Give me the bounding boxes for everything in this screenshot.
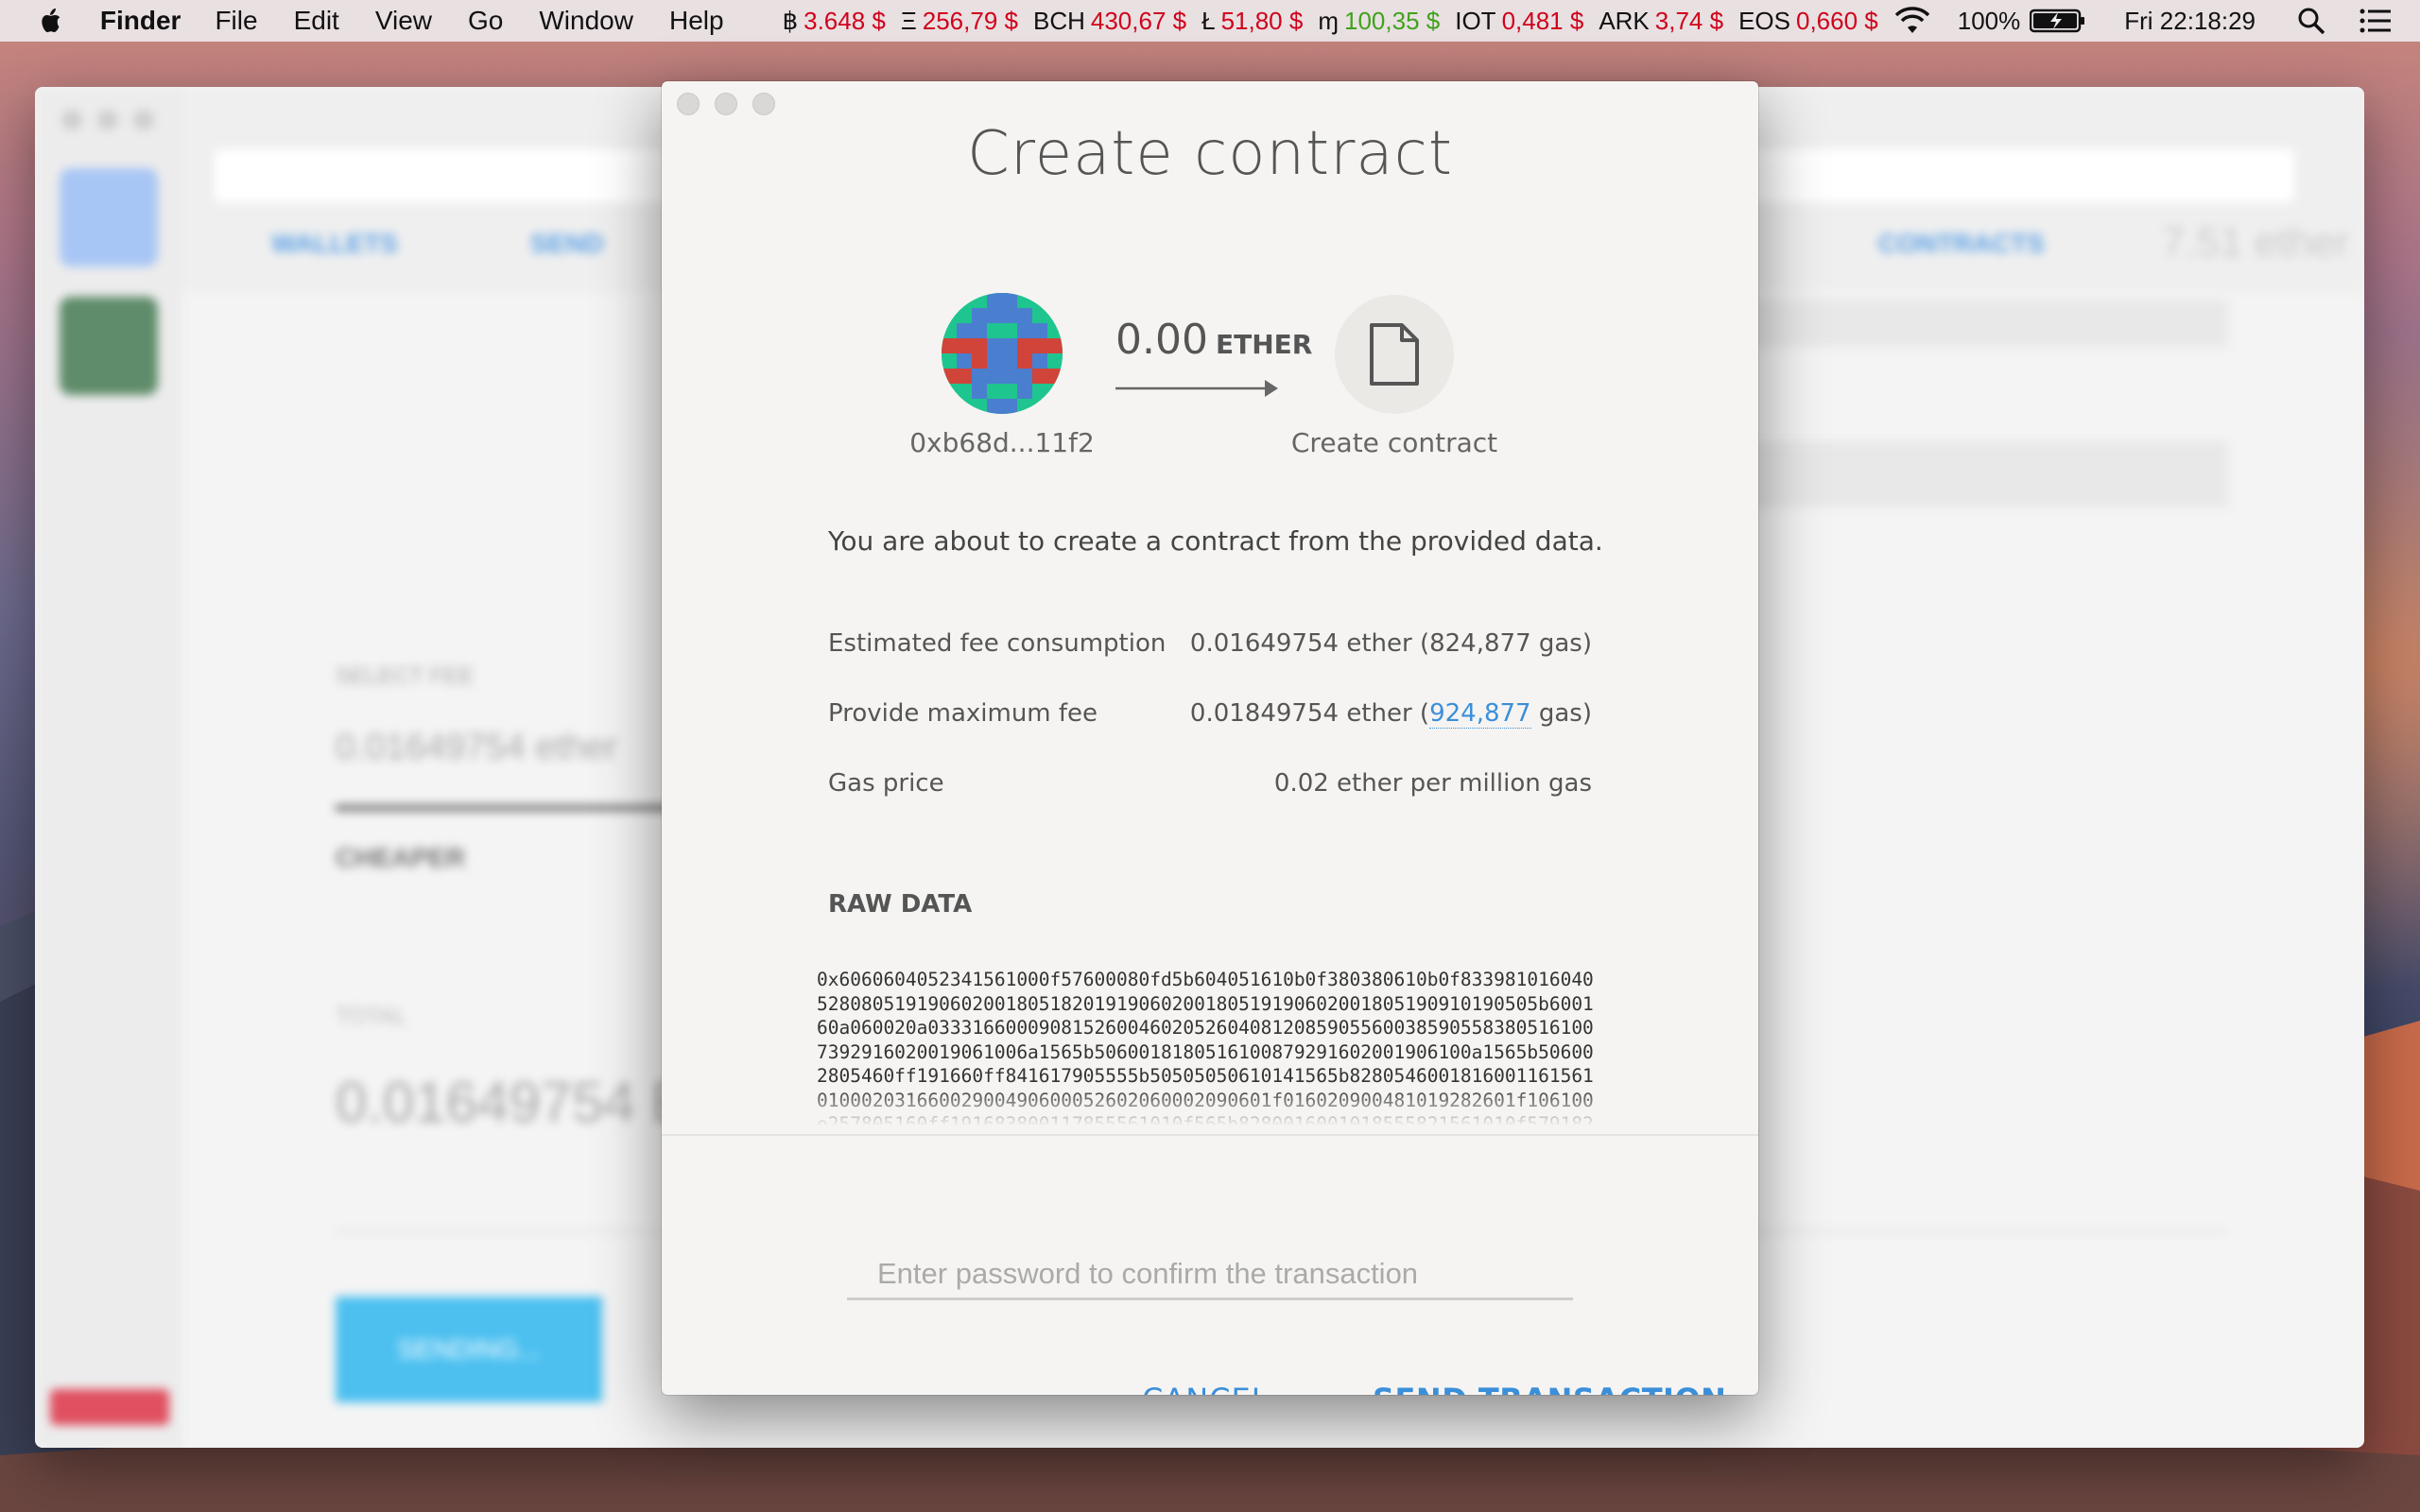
transfer-amount: 0.00 ETHER	[1115, 316, 1312, 364]
raw-data-title: RAW DATA	[828, 890, 973, 919]
menu-bar: Finder File Edit View Go Window Help ฿ 3.…	[0, 0, 2420, 42]
identicon-icon	[942, 293, 1063, 414]
from-account-identicon	[942, 293, 1063, 414]
menu-window[interactable]: Window	[539, 6, 633, 36]
dialog-zoom-icon[interactable]	[752, 93, 775, 115]
spotlight-search-icon[interactable]	[2297, 7, 2325, 35]
fee-row-value: 0.02 ether per million gas	[1273, 769, 1592, 798]
close-window-icon[interactable]	[61, 110, 82, 130]
total-label: TOTAL	[336, 1004, 407, 1029]
sidebar-search-button[interactable]	[60, 168, 158, 266]
dialog-traffic-lights	[677, 93, 775, 115]
sidebar-network-badge	[50, 1389, 169, 1425]
fee-table: Estimated fee consumption 0.01649754 eth…	[828, 629, 1592, 839]
total-balance: 7.51 ether	[2162, 219, 2350, 266]
sending-button[interactable]: SENDING...	[336, 1297, 602, 1402]
ticker-eth: Ξ 256,79 $	[900, 6, 1018, 35]
menu-edit[interactable]: Edit	[294, 6, 339, 36]
fee-row-label: Estimated fee consumption	[828, 629, 1167, 658]
tab-wallets[interactable]: WALLETS	[271, 229, 398, 259]
fee-row-value: 0.01849754 ether (924,877 gas)	[1189, 699, 1592, 729]
zoom-window-icon[interactable]	[133, 110, 154, 130]
apple-logo-icon[interactable]	[38, 5, 62, 37]
fee-row-gas-price: Gas price 0.02 ether per million gas	[828, 769, 1592, 839]
ticker-ark: ARK 3,74 $	[1599, 6, 1724, 35]
ticker-bch: BCH 430,67 $	[1032, 6, 1187, 35]
fee-row-label: Gas price	[828, 769, 944, 798]
amount-unit: ETHER	[1215, 329, 1313, 360]
minimize-window-icon[interactable]	[97, 110, 118, 130]
about-text: You are about to create a contract from …	[828, 525, 1603, 557]
dialog-title: Create contract	[967, 119, 1453, 189]
status-area: 100% Fri 22:18:29	[1893, 7, 2420, 36]
tab-contracts[interactable]: CONTRACTS	[1878, 229, 2045, 259]
sidebar-wallet-app-button[interactable]	[60, 297, 158, 395]
window-traffic-lights	[61, 110, 154, 130]
total-value: 0.01649754 E	[336, 1071, 689, 1134]
fee-row-value: 0.01649754 ether (824,877 gas)	[1189, 629, 1592, 658]
fee-value: 0.01649754 ether	[336, 728, 617, 767]
contract-target-badge	[1335, 295, 1454, 414]
menu-app-name[interactable]: Finder	[100, 6, 182, 36]
menu-file[interactable]: File	[215, 6, 257, 36]
ticker-iot: IOT 0,481 $	[1455, 6, 1584, 35]
raw-data-box[interactable]: 0x6060604052341561000f57600080fd5b604051…	[804, 958, 1616, 1125]
menu-help[interactable]: Help	[669, 6, 724, 36]
menu-go[interactable]: Go	[468, 6, 503, 36]
fee-row-label: Provide maximum fee	[828, 699, 1098, 728]
crypto-ticker[interactable]: ฿ 3.648 $ Ξ 256,79 $ BCH 430,67 $ Ł 51,80 $ …	[783, 7, 1893, 36]
menu-view[interactable]: View	[375, 6, 432, 36]
dialog-minimize-icon[interactable]	[715, 93, 737, 115]
ticker-btc: ฿ 3.648 $	[782, 6, 886, 35]
fee-row-maximum: Provide maximum fee 0.01849754 ether (92…	[828, 699, 1592, 769]
contract-field[interactable]	[1737, 300, 2228, 347]
notification-center-icon[interactable]	[2360, 8, 2392, 34]
select-fee-label: SELECT FEE	[336, 663, 475, 689]
send-transaction-button[interactable]: SEND TRANSACTION	[1373, 1382, 1726, 1395]
ticker-xmr: ɱ 100,35 $	[1318, 6, 1441, 35]
wifi-icon[interactable]	[1893, 7, 1931, 35]
create-contract-dialog: Create contract 0xb68d...11f2 0.00ETHER	[662, 81, 1758, 1395]
constructor-param-field[interactable]	[1737, 441, 2228, 507]
fee-row-estimated: Estimated fee consumption 0.01649754 eth…	[828, 629, 1592, 699]
ticker-ltc: Ł 51,80 $	[1201, 6, 1304, 35]
raw-data-fade	[804, 1087, 1616, 1125]
dialog-divider	[662, 1134, 1758, 1136]
app-tabs: WALLETS SEND	[271, 229, 604, 259]
sidebar-node-info	[63, 1204, 154, 1261]
arrow-right-icon	[1115, 380, 1278, 397]
cancel-button[interactable]: CANCEL	[1142, 1382, 1270, 1395]
battery-percent[interactable]: 100%	[1958, 7, 2021, 36]
amount-value: 0.00	[1115, 316, 1208, 364]
max-gas-edit-link[interactable]: 924,877	[1429, 699, 1531, 729]
cheaper-label: CHEAPER	[336, 843, 465, 872]
tab-send[interactable]: SEND	[530, 229, 604, 259]
battery-charging-icon[interactable]	[2030, 9, 2086, 33]
from-address: 0xb68d...11f2	[909, 427, 1095, 458]
ticker-eos: EOS 0,660 $	[1738, 6, 1878, 35]
menu-clock[interactable]: Fri 22:18:29	[2124, 7, 2256, 36]
document-icon	[1370, 323, 1419, 386]
password-input[interactable]	[847, 1249, 1573, 1300]
dialog-close-icon[interactable]	[677, 93, 700, 115]
to-label: Create contract	[1290, 427, 1498, 458]
fee-slider[interactable]	[336, 805, 714, 811]
